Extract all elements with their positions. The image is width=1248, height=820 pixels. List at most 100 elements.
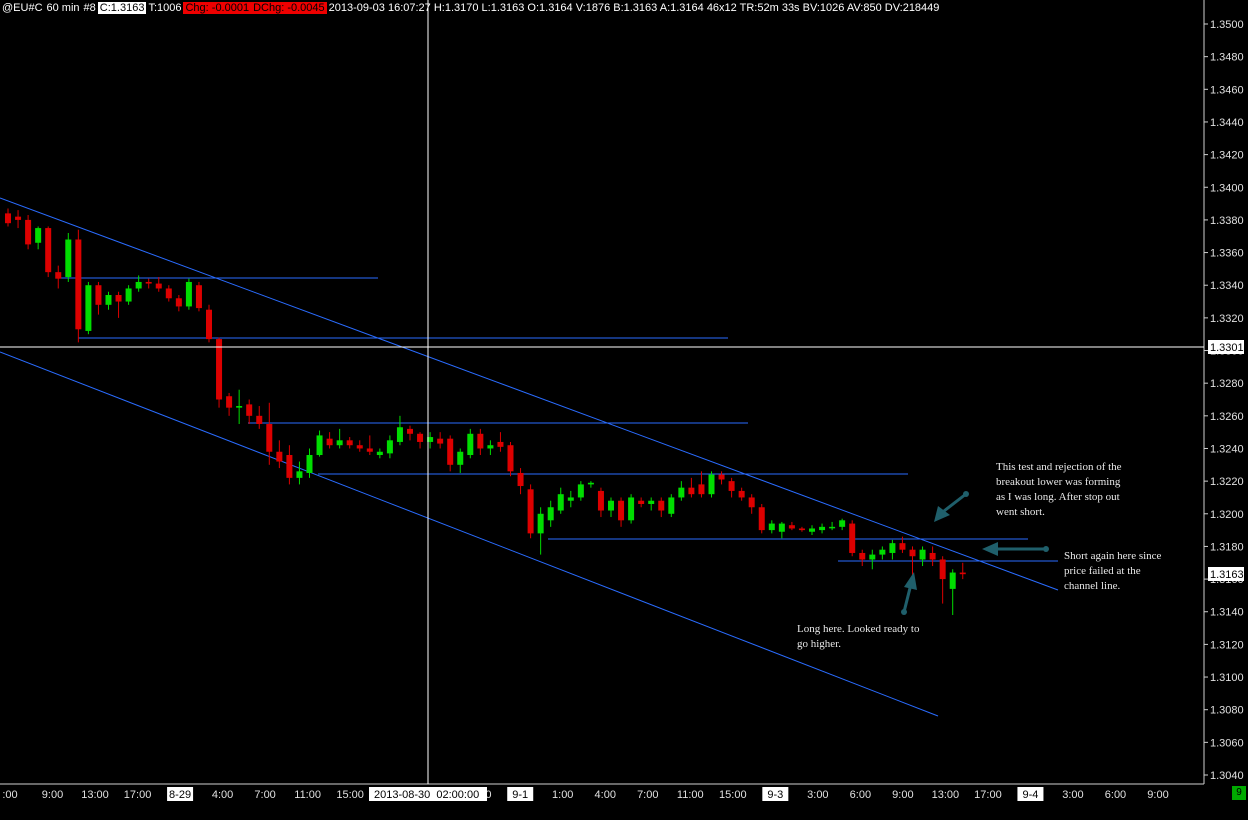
candle-body (336, 440, 343, 446)
x-tick-label: 7:00 (637, 789, 658, 801)
candle (688, 477, 695, 498)
candle (145, 278, 152, 289)
y-tick-label: 1.3480 (1210, 52, 1244, 64)
candle-body (869, 554, 876, 560)
candle (326, 432, 333, 449)
candle (567, 490, 574, 508)
candle-body (15, 216, 22, 220)
candle-body (386, 440, 393, 454)
candle (396, 415, 403, 446)
candle-body (929, 552, 936, 560)
candle (768, 520, 775, 534)
candle-body (236, 406, 243, 408)
x-tick-label: 9:00 (1147, 789, 1168, 801)
candle (256, 406, 263, 429)
candle-body (457, 451, 464, 465)
candle-body (376, 451, 383, 456)
candle (859, 549, 866, 567)
candle (537, 507, 544, 555)
candle-body (748, 497, 755, 508)
x-tick-label: 11:00 (677, 789, 704, 801)
candle-body (165, 288, 172, 299)
y-tick-label: 1.3260 (1210, 411, 1244, 423)
candle (195, 281, 202, 312)
candle-body (286, 455, 293, 478)
candle (175, 295, 182, 312)
candle (728, 477, 735, 498)
candle-body (939, 559, 946, 580)
x-tick-label: 11:00 (294, 789, 321, 801)
candle-body (256, 415, 263, 424)
bottom-annotation: Long here. Looked ready to go higher. (797, 623, 920, 650)
candle-body (306, 455, 313, 473)
candle (65, 232, 72, 282)
x-tick-label: 9:00 (42, 789, 63, 801)
arrow-to-top-note (934, 491, 969, 522)
candle (45, 226, 52, 278)
y-tick-label: 1.3180 (1210, 541, 1244, 553)
candle-body (45, 228, 52, 273)
candle (316, 430, 323, 457)
candle-body (135, 281, 142, 289)
candle-body (618, 500, 625, 521)
y-tick-label: 1.3340 (1210, 280, 1244, 292)
candle-body (346, 440, 353, 446)
candle-body (326, 438, 333, 446)
arrow-to-bottom-note (901, 572, 917, 615)
candle (437, 432, 444, 449)
y-tick-label: 1.3460 (1210, 84, 1244, 96)
candle (185, 278, 192, 310)
candle-body (798, 528, 805, 531)
candle (346, 437, 353, 449)
interval-label: 60 min (46, 2, 80, 14)
candle-body (356, 445, 363, 449)
last-price-label: 1.3163 (1210, 569, 1244, 581)
price-chart[interactable]: 1.3500 1.3480 1.3460 1.3440 1.3420 1.3400 1.33… (0, 0, 1248, 820)
candle (497, 432, 504, 452)
candle (25, 215, 32, 250)
close-value: C:1.3163 (97, 2, 147, 14)
y-tick-label: 1.3100 (1210, 672, 1244, 684)
candle (35, 226, 42, 250)
candle-body (175, 298, 182, 307)
chart-frame (0, 0, 1205, 785)
candle (547, 500, 554, 527)
candle (758, 503, 765, 534)
candle (778, 521, 785, 539)
candle (748, 494, 755, 514)
x-tick-label: 13:00 (81, 789, 109, 801)
candle-body (75, 239, 82, 330)
crosshair-price-label: 1.3301 (1210, 342, 1244, 354)
arrow-to-right-note (982, 542, 1049, 556)
candle (95, 281, 102, 315)
candle-body (688, 487, 695, 495)
candle-body (889, 543, 896, 553)
y-tick-label: 1.3420 (1210, 150, 1244, 162)
candle-body (819, 526, 826, 531)
candle-body (899, 543, 906, 550)
candle (356, 440, 363, 452)
candle (216, 337, 223, 408)
symbol-label: @EU#C (2, 2, 43, 14)
candle (165, 285, 172, 302)
candle-body (246, 404, 253, 416)
candle (477, 428, 484, 456)
candle-body (648, 500, 655, 504)
y-tick-label: 1.3380 (1210, 215, 1244, 227)
candle-body (477, 433, 484, 449)
candle (306, 448, 313, 478)
candle-body (497, 441, 504, 447)
candle (417, 432, 424, 449)
candle (5, 208, 11, 227)
x-tick-label: 7:00 (254, 789, 275, 801)
candle (527, 484, 534, 539)
candle-body (859, 552, 866, 560)
candle-body (768, 523, 775, 531)
candle-body (266, 423, 273, 452)
quote-header: @EU#C 60 min #8 C:1.3163 T:1006 Chg: -0.… (0, 0, 941, 16)
candle-body (698, 484, 705, 495)
right-annotation: Short again here since price failed at t… (1064, 550, 1162, 592)
candle-body (5, 213, 11, 224)
candle (648, 497, 655, 511)
quote-info: 2013-09-03 16:07:27 H:1.3170 L:1.3163 O:… (328, 2, 940, 14)
